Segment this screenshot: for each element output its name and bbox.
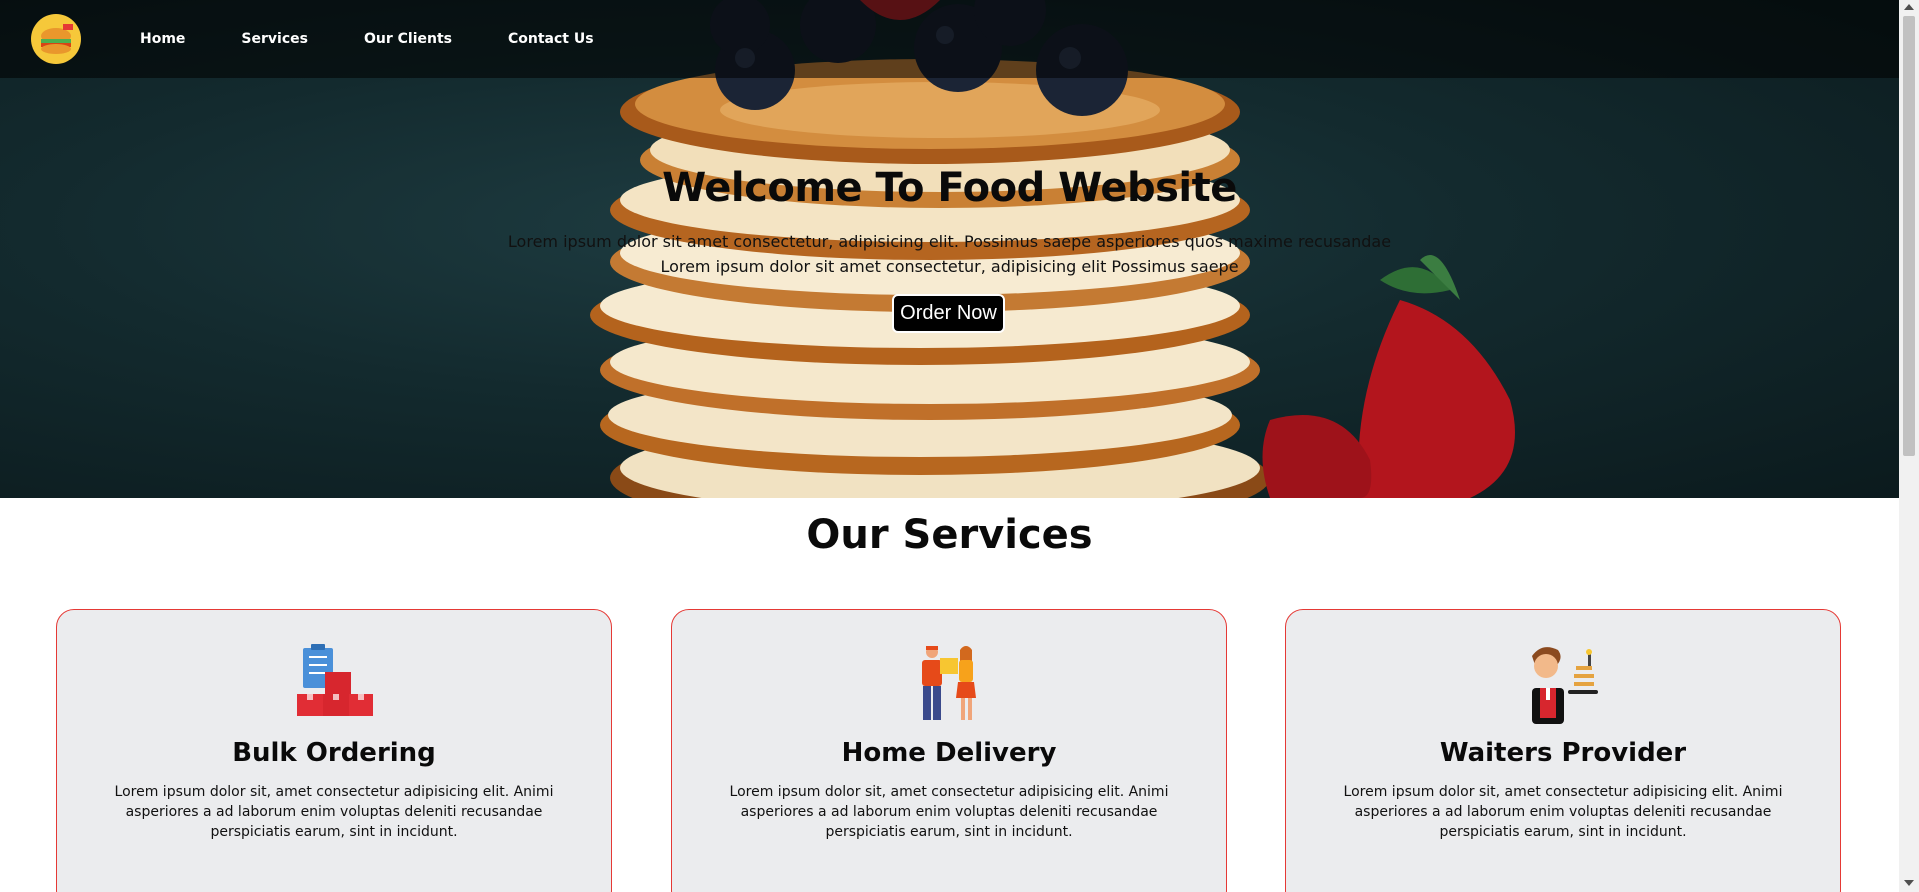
top-navbar: Home Services Our Clients Contact Us	[0, 0, 1899, 78]
services-title: Our Services	[806, 512, 1093, 558]
scroll-down-arrow-icon[interactable]	[1904, 880, 1914, 886]
bulk-boxes-icon	[297, 644, 373, 716]
scroll-up-arrow-icon[interactable]	[1904, 4, 1914, 10]
card-text: Lorem ipsum dolor sit, amet consectetur …	[114, 784, 554, 840]
hero-title: Welcome To Food Website	[662, 165, 1237, 211]
card-title: Waiters Provider	[1439, 738, 1687, 768]
page-scrollbar[interactable]	[1899, 0, 1919, 892]
nav-link-our-clients[interactable]: Our Clients	[364, 31, 452, 47]
card-text: Lorem ipsum dolor sit, amet consectetur …	[1343, 784, 1783, 840]
service-card-bulk-ordering: Bulk Ordering Lorem ipsum dolor sit, ame…	[56, 609, 612, 892]
nav-link-contact-us[interactable]: Contact Us	[508, 31, 594, 47]
service-card-home-delivery: Home Delivery Lorem ipsum dolor sit, ame…	[671, 609, 1227, 892]
hero-description-line-1: Lorem ipsum dolor sit amet consectetur, …	[507, 232, 1392, 251]
nav-link-services[interactable]: Services	[241, 31, 308, 47]
food-logo-icon[interactable]	[31, 14, 81, 64]
hero-section: Home Services Our Clients Contact Us Wel…	[0, 0, 1899, 498]
service-card-waiters-provider: Waiters Provider Lorem ipsum dolor sit, …	[1285, 609, 1841, 892]
nav-links: Home Services Our Clients Contact Us	[140, 0, 650, 78]
card-title: Bulk Ordering	[232, 738, 436, 768]
order-now-button[interactable]: Order Now	[892, 294, 1005, 333]
waiter-icon	[1532, 647, 1598, 724]
delivery-people-icon	[922, 646, 976, 720]
hero-description-line-2: Lorem ipsum dolor sit amet consectetur, …	[660, 257, 1239, 276]
nav-link-home[interactable]: Home	[140, 31, 185, 47]
card-title: Home Delivery	[841, 738, 1057, 768]
scrollbar-thumb[interactable]	[1903, 16, 1915, 456]
card-text: Lorem ipsum dolor sit, amet consectetur …	[729, 784, 1169, 840]
